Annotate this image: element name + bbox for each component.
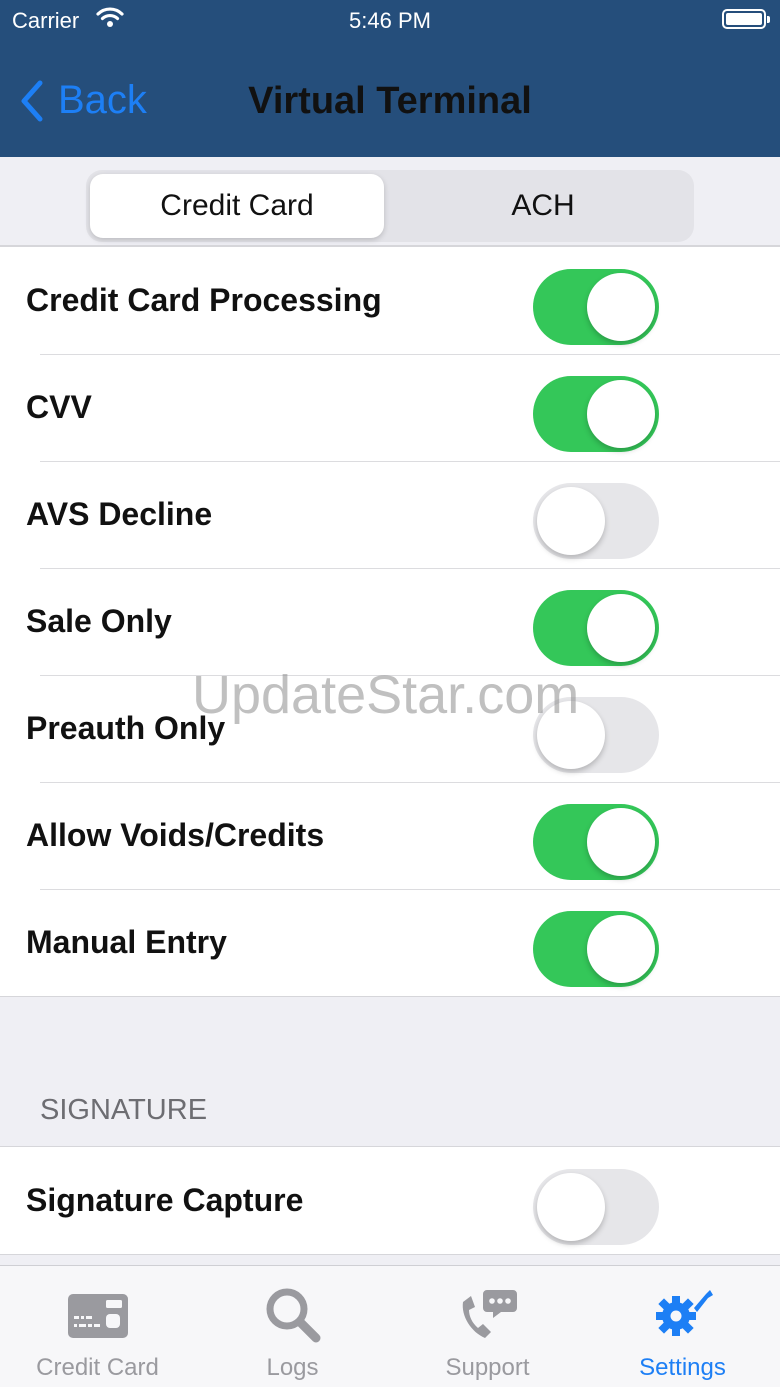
segment-credit-card[interactable]: Credit Card	[90, 174, 384, 238]
setting-row: Sale Only	[0, 568, 780, 675]
segment-bar: Credit Card ACH	[0, 157, 780, 246]
credit-card-icon	[0, 1286, 195, 1346]
status-bar: Carrier 5:46 PM	[0, 0, 780, 44]
signature-list: Signature Capture	[0, 1146, 780, 1255]
tab-label: Support	[445, 1354, 530, 1381]
setting-label: CVV	[26, 389, 92, 425]
setting-label: Credit Card Processing	[26, 282, 382, 318]
search-icon	[195, 1286, 390, 1346]
setting-row: Signature Capture	[0, 1147, 780, 1254]
toggle-switch[interactable]	[533, 697, 659, 773]
setting-row: Credit Card Processing	[0, 247, 780, 354]
tab-logs[interactable]: Logs	[195, 1266, 390, 1387]
toggle-switch[interactable]	[533, 804, 659, 880]
settings-list: Credit Card Processing CVV AVS Decline Sale…	[0, 246, 780, 997]
toggle-knob	[587, 808, 655, 876]
setting-row: Preauth Only	[0, 675, 780, 782]
tab-label: Settings	[639, 1354, 726, 1381]
clock: 5:46 PM	[349, 8, 431, 33]
toggle-knob	[587, 380, 655, 448]
toggle-switch[interactable]	[533, 911, 659, 987]
setting-label: AVS Decline	[26, 496, 213, 532]
segmented-control: Credit Card ACH	[86, 170, 694, 242]
setting-row: AVS Decline	[0, 461, 780, 568]
setting-label: Manual Entry	[26, 924, 227, 960]
tab-label: Logs	[266, 1354, 319, 1381]
setting-label: Allow Voids/Credits	[26, 817, 325, 853]
toggle-switch[interactable]	[533, 1169, 659, 1245]
toggle-knob	[587, 915, 655, 983]
toggle-knob	[537, 701, 605, 769]
page-title: Virtual Terminal	[248, 80, 532, 122]
toggle-switch[interactable]	[533, 376, 659, 452]
tab-label: Credit Card	[36, 1354, 159, 1381]
toggle-switch[interactable]	[533, 483, 659, 559]
setting-label: Preauth Only	[26, 710, 226, 746]
setting-label: Signature Capture	[26, 1182, 304, 1218]
tab-credit-card[interactable]: Credit Card	[0, 1266, 195, 1387]
toggle-switch[interactable]	[533, 269, 659, 345]
section-header-signature: SIGNATURE	[40, 1094, 208, 1126]
setting-label: Sale Only	[26, 603, 172, 639]
toggle-knob	[587, 594, 655, 662]
toggle-knob	[537, 1173, 605, 1241]
tab-settings[interactable]: Settings	[585, 1266, 780, 1387]
toggle-knob	[537, 487, 605, 555]
phone-chat-icon	[390, 1286, 585, 1346]
battery-icon	[722, 9, 770, 29]
gears-wrench-icon	[585, 1286, 780, 1346]
toggle-knob	[587, 273, 655, 341]
navigation-bar: Back Virtual Terminal	[0, 44, 780, 157]
segment-ach[interactable]: ACH	[396, 174, 690, 238]
setting-row: Allow Voids/Credits	[0, 782, 780, 889]
tab-bar: Credit Card Logs Support Settings	[0, 1265, 780, 1387]
toggle-switch[interactable]	[533, 590, 659, 666]
setting-row: CVV	[0, 354, 780, 461]
setting-row: Manual Entry	[0, 889, 780, 996]
tab-support[interactable]: Support	[390, 1266, 585, 1387]
